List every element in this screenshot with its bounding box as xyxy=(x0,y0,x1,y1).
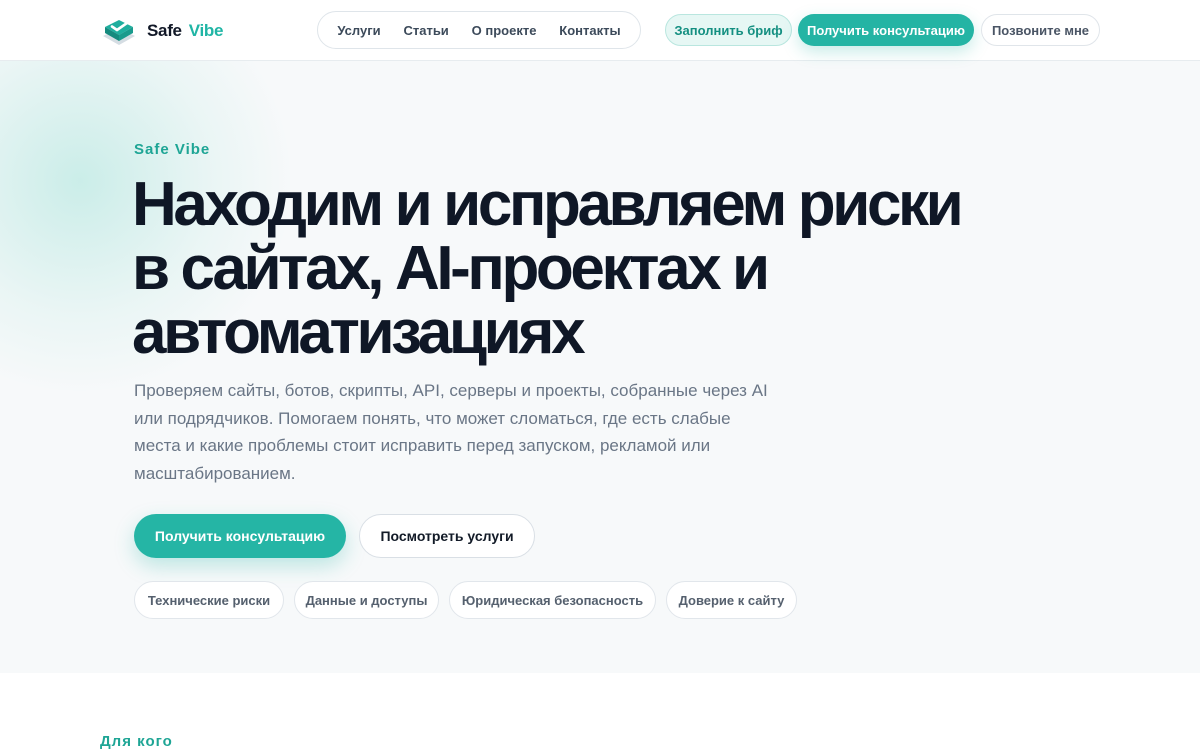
for-whom-title: Для кого xyxy=(100,733,173,750)
hero-title: Находим и исправляем риски в сайтах, AI-… xyxy=(132,173,1012,365)
tag-data-access: Данные и доступы xyxy=(294,581,439,619)
header-consult-button[interactable]: Получить консультацию xyxy=(798,14,974,46)
logo-text-safe: Safe xyxy=(147,21,182,40)
logo-text: Safe Vibe xyxy=(147,21,223,41)
for-whom-section: Для кого xyxy=(0,673,1200,750)
page: Safe Vibe Услуги Статьи О проекте Контакт… xyxy=(0,0,1200,750)
tag-site-trust: Доверие к сайту xyxy=(666,581,797,619)
view-services-button[interactable]: Посмотреть услуги xyxy=(359,514,535,558)
nav-item-contacts[interactable]: Контакты xyxy=(559,23,620,38)
hero-section: Safe Vibe Находим и исправляем риски в с… xyxy=(0,61,1200,673)
get-consultation-button[interactable]: Получить консультацию xyxy=(134,514,346,558)
hero-description: Проверяем сайты, ботов, скрипты, API, се… xyxy=(134,381,768,483)
call-me-button[interactable]: Позвоните мне xyxy=(981,14,1100,46)
tag-technical-risks: Технические риски xyxy=(134,581,284,619)
nav-item-articles[interactable]: Статьи xyxy=(403,23,448,38)
hero-eyebrow: Safe Vibe xyxy=(134,141,211,158)
logo[interactable]: Safe Vibe xyxy=(101,14,223,48)
nav-item-services[interactable]: Услуги xyxy=(337,23,380,38)
hero-title-line-3: автоматизациях xyxy=(132,298,586,367)
fill-brief-button[interactable]: Заполнить бриф xyxy=(665,14,792,46)
main-nav: Услуги Статьи О проекте Контакты xyxy=(317,11,641,49)
nav-item-about[interactable]: О проекте xyxy=(472,23,537,38)
hero-title-line-2: в сайтах, AI-проектах и xyxy=(132,234,770,303)
site-header: Safe Vibe Услуги Статьи О проекте Контакт… xyxy=(0,0,1200,61)
hero-title-line-1: Находим и исправляем риски xyxy=(132,170,964,239)
logo-text-vibe: Vibe xyxy=(188,21,224,40)
tag-legal-security: Юридическая безопасность xyxy=(449,581,656,619)
shield-check-icon xyxy=(101,14,137,48)
